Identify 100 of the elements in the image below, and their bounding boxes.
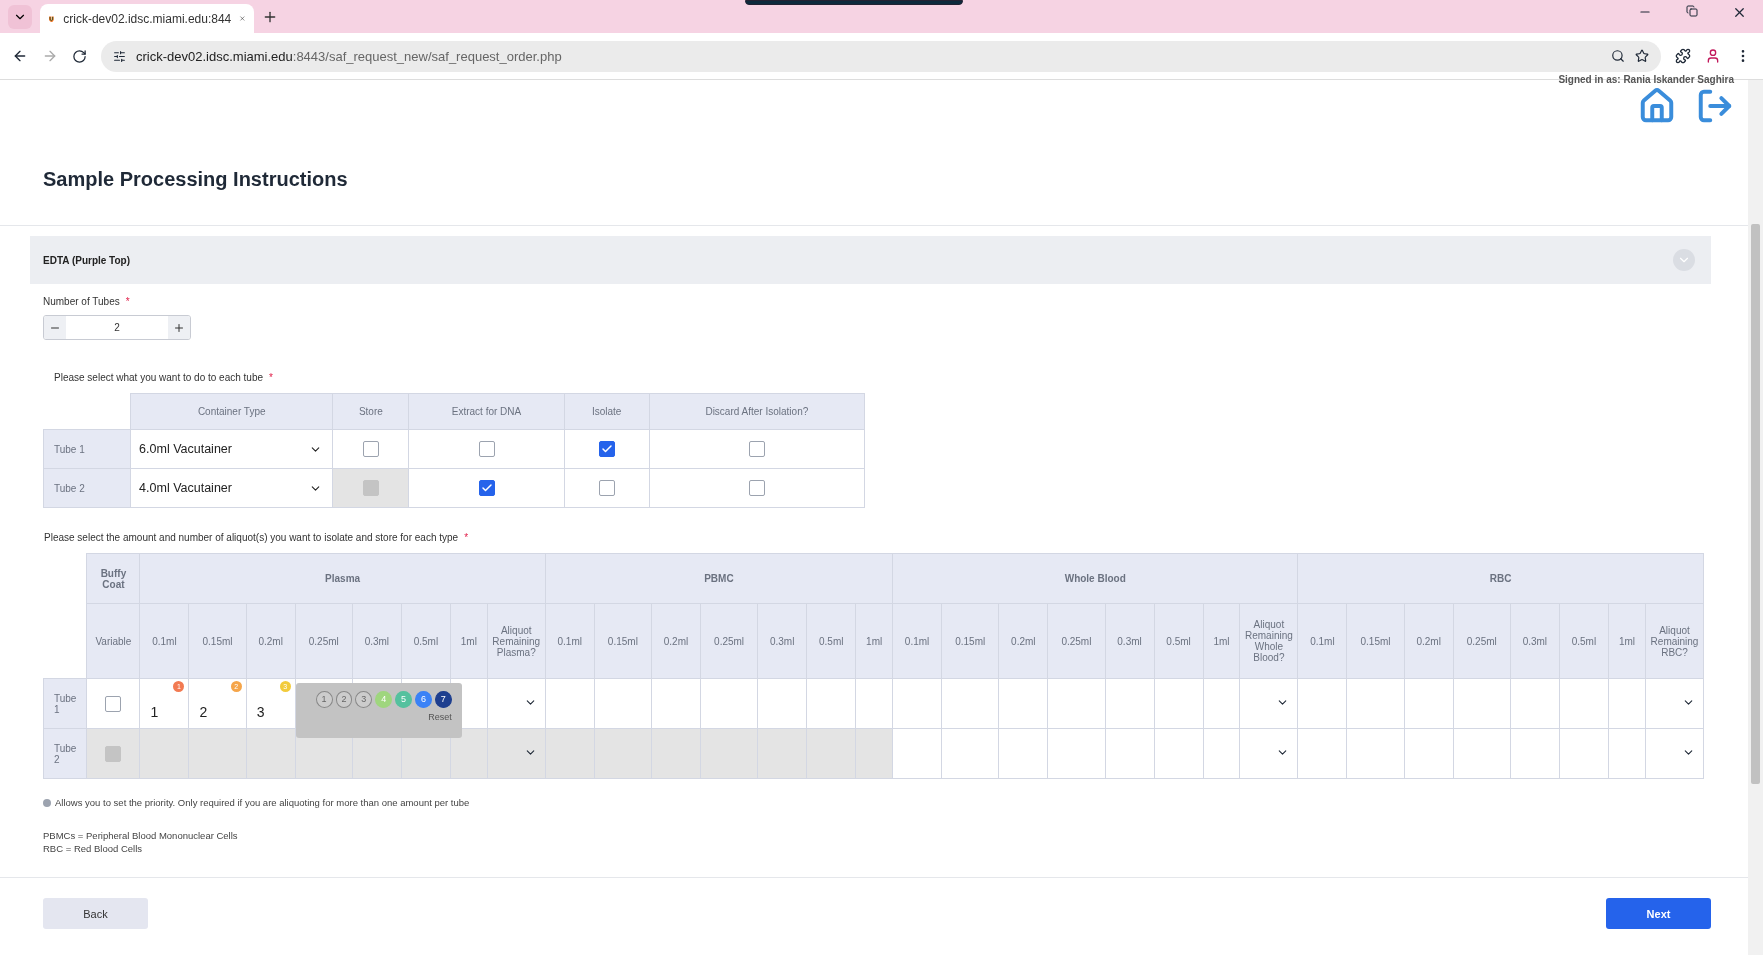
amount-cell[interactable] (651, 678, 701, 729)
section-header[interactable]: EDTA (Purple Top) (30, 236, 1711, 284)
extensions-icon[interactable] (1675, 48, 1691, 64)
column-header: Store (332, 393, 409, 430)
close-icon[interactable] (1732, 5, 1747, 20)
amount-cell[interactable] (892, 728, 942, 779)
amount-cell[interactable] (998, 728, 1048, 779)
amount-cell[interactable] (1453, 728, 1511, 779)
priority-option[interactable]: 7 (434, 691, 452, 708)
checkbox[interactable] (598, 441, 615, 457)
amount-cell[interactable] (1105, 728, 1155, 779)
amount-cell[interactable] (700, 678, 758, 729)
checkbox[interactable] (478, 480, 495, 496)
priority-option[interactable]: 3 (355, 691, 373, 708)
column-header: 0.25ml (1047, 603, 1105, 679)
reload-icon[interactable] (72, 48, 87, 64)
amount-cell[interactable] (1404, 728, 1454, 779)
amount-cell[interactable] (1105, 678, 1155, 729)
amount-cell[interactable] (1154, 678, 1204, 729)
column-header: 0.1ml (1297, 603, 1347, 679)
checkbox[interactable] (748, 480, 765, 496)
star-icon[interactable] (1635, 49, 1649, 63)
restore-icon[interactable] (1686, 5, 1698, 17)
amount-cell[interactable] (941, 678, 999, 729)
amount-cell[interactable] (1346, 678, 1405, 729)
amount-cell[interactable] (998, 678, 1048, 729)
checkbox[interactable] (598, 480, 615, 496)
priority-option[interactable]: 1 (315, 691, 333, 708)
amount-cell[interactable] (1346, 728, 1405, 779)
amount-cell[interactable] (1047, 678, 1105, 729)
column-header: 0.3ml (1510, 603, 1560, 679)
amount-cell[interactable] (1203, 678, 1240, 729)
chevron-icon[interactable] (1673, 249, 1695, 271)
forward-icon[interactable] (42, 48, 58, 64)
tube-count-stepper[interactable]: 2 (43, 315, 191, 340)
plus-icon (173, 321, 185, 334)
back-icon[interactable] (12, 48, 28, 64)
priority-option[interactable]: 6 (414, 691, 432, 708)
address-bar[interactable]: crick-dev02.idsc.miami.edu:8443/saf_request_new/saf_request_order.php (101, 40, 1661, 72)
amount-cell[interactable] (855, 678, 893, 729)
amount-cell[interactable] (892, 678, 942, 729)
group-header: Whole Blood (892, 553, 1298, 604)
amount-cell[interactable] (1203, 728, 1240, 779)
row-label: Tube 2 (43, 468, 131, 508)
column-header: 0.3ml (757, 603, 807, 679)
column-header: Isolate (564, 393, 650, 430)
home-icon[interactable] (1638, 87, 1676, 125)
checkbox[interactable] (362, 441, 379, 457)
remaining-select[interactable] (1645, 728, 1704, 779)
browser-tab[interactable]: crick-dev02.idsc.miami.edu:844 (40, 4, 254, 33)
decrement-button[interactable] (44, 316, 66, 339)
amount-cell[interactable] (1297, 678, 1347, 729)
amount-cell[interactable] (757, 678, 807, 729)
amount-cell[interactable] (1510, 678, 1560, 729)
column-header: 1ml (450, 603, 488, 679)
amount-cell[interactable] (1608, 678, 1646, 729)
priority-option[interactable]: 2 (335, 691, 353, 708)
zoom-icon[interactable] (1611, 49, 1625, 63)
container-select[interactable]: 6.0ml Vacutainer (130, 429, 333, 469)
check-icon (480, 482, 493, 494)
amount-cell[interactable] (1404, 678, 1454, 729)
increment-button[interactable] (168, 316, 190, 339)
amount-cell[interactable] (1559, 678, 1609, 729)
column-header: 0.25ml (295, 603, 353, 679)
remaining-select[interactable] (1645, 678, 1704, 729)
checkbox[interactable] (478, 441, 495, 457)
scrollbar[interactable] (1748, 80, 1763, 955)
group-header: Buffy Coat (86, 553, 140, 604)
group-header: PBMC (545, 553, 893, 604)
container-select[interactable]: 4.0ml Vacutainer (130, 468, 333, 508)
table-prompt: Please select the amount and number of aliquot(s) you want to isolate and store for each type * (44, 532, 469, 543)
next-button[interactable]: Next (1606, 898, 1711, 929)
tab-list-button[interactable] (8, 5, 32, 29)
site-settings-icon[interactable] (113, 49, 126, 63)
profile-icon[interactable] (1705, 48, 1721, 64)
column-header: 0.5ml (806, 603, 856, 679)
column-header: Variable (86, 603, 140, 679)
back-button[interactable]: Back (43, 898, 148, 929)
column-header: 0.1ml (139, 603, 189, 679)
checkbox[interactable] (105, 695, 122, 712)
remaining-select[interactable] (1239, 678, 1298, 729)
column-header: 0.2ml (998, 603, 1048, 679)
amount-cell[interactable] (1453, 678, 1511, 729)
remaining-select[interactable] (487, 728, 546, 779)
amount-cell[interactable] (1559, 728, 1609, 779)
amount-cell[interactable] (594, 678, 652, 729)
checkbox[interactable] (748, 441, 765, 457)
amount-cell[interactable] (1510, 728, 1560, 779)
logout-icon[interactable] (1696, 87, 1734, 125)
amount-cell[interactable] (1608, 728, 1646, 779)
amount-cell[interactable] (1297, 728, 1347, 779)
amount-cell[interactable] (1154, 728, 1204, 779)
reset-link[interactable]: Reset (428, 712, 452, 722)
amount-cell[interactable] (1047, 728, 1105, 779)
column-header: Aliquot Remaining Plasma? (487, 603, 546, 679)
amount-cell[interactable] (806, 678, 856, 729)
amount-cell[interactable] (545, 678, 595, 729)
remaining-select[interactable] (487, 678, 546, 729)
amount-cell[interactable] (941, 728, 999, 779)
remaining-select[interactable] (1239, 728, 1298, 779)
